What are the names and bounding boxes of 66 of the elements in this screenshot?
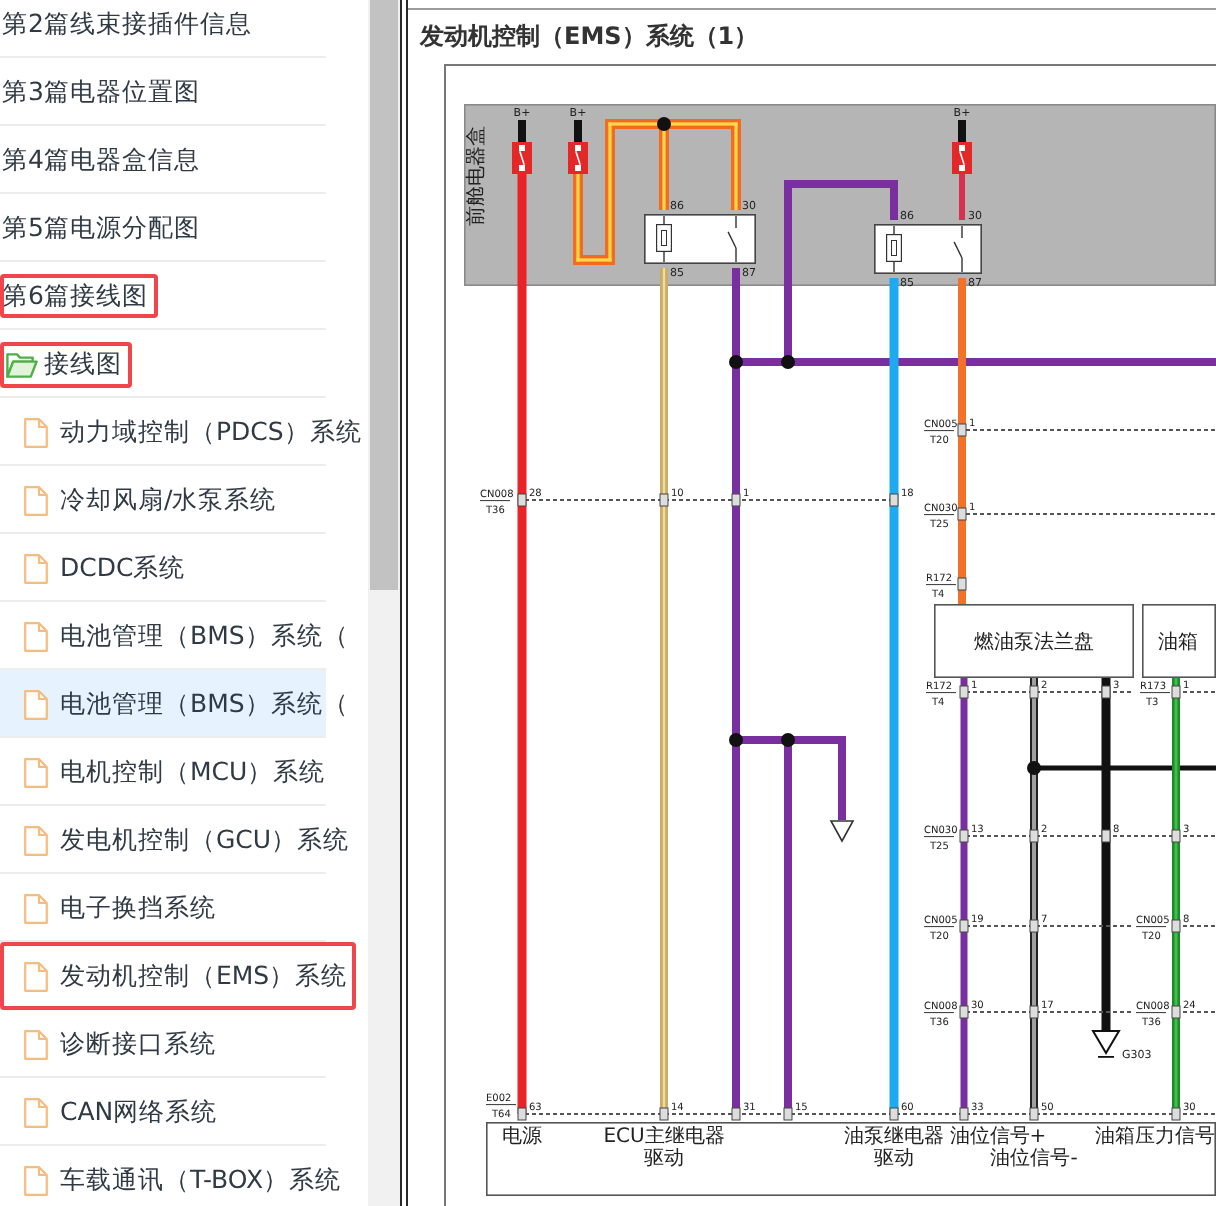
connector-pin: [517, 1107, 527, 1121]
module-label: 燃油泵法兰盘: [974, 632, 1094, 654]
connector-pin: [889, 493, 899, 507]
connector-pin: [889, 1107, 899, 1121]
file-icon: [24, 961, 48, 991]
connector-pin: [1171, 1107, 1181, 1121]
pin-function-label: 油泵继电器驱动: [842, 1126, 946, 1170]
relay-symbol: [644, 214, 756, 264]
fuse-symbol: [512, 120, 532, 174]
connector-pin: [1171, 829, 1181, 843]
junction-dot: [781, 733, 795, 747]
fuse-symbol: [568, 120, 588, 174]
connector-pin: [731, 493, 741, 507]
document-title: 发动机控制（EMS）系统（1）: [420, 20, 759, 54]
relay-symbol: [874, 224, 982, 274]
connector-pin: [1101, 685, 1111, 699]
connector-pin: [517, 493, 527, 507]
reference-triangle: [829, 820, 855, 843]
file-icon: [24, 621, 48, 651]
connector-pin: [959, 1107, 969, 1121]
fuse-box-label: 前舱电器盒: [466, 126, 488, 226]
pin-function-label: 油箱压力信号: [1094, 1126, 1216, 1148]
connector-pin: [959, 919, 969, 933]
connector-pin: [957, 423, 967, 437]
connector-pin: [783, 1107, 793, 1121]
connector-pin: [1101, 829, 1111, 843]
file-icon: [24, 1029, 48, 1059]
junction-dot: [1027, 761, 1041, 775]
file-icon: [24, 1165, 48, 1195]
pin-function-label: 油位信号-: [988, 1148, 1080, 1170]
connector-pin: [1029, 919, 1039, 933]
ground-symbol: [1091, 1030, 1121, 1058]
file-icon: [24, 1097, 48, 1127]
folder-icon: [6, 351, 38, 377]
connector-pin: [959, 829, 969, 843]
connector-pin: [1029, 829, 1039, 843]
junction-dot: [729, 355, 743, 369]
module-label: 油箱: [1158, 632, 1198, 654]
pin-function-label: 油位信号+: [948, 1126, 1048, 1148]
connector-pin: [1029, 1005, 1039, 1019]
connector-pin: [1171, 685, 1181, 699]
junction-dot: [781, 355, 795, 369]
file-icon: [24, 825, 48, 855]
connector-pin: [1029, 685, 1039, 699]
file-icon: [24, 553, 48, 583]
connector-pin: [957, 507, 967, 521]
file-icon: [24, 689, 48, 719]
file-icon: [24, 893, 48, 923]
connector-pin: [1029, 1107, 1039, 1121]
connector-pin: [1171, 919, 1181, 933]
wire: [959, 174, 965, 220]
file-icon: [24, 417, 48, 447]
junction-dot: [729, 733, 743, 747]
connector-pin: [731, 1107, 741, 1121]
pin-function-label: 电源: [500, 1126, 544, 1148]
connector-pin: [1171, 1005, 1181, 1019]
scrollbar-thumb[interactable]: [370, 0, 398, 590]
connector-pin: [959, 1005, 969, 1019]
file-icon: [24, 485, 48, 515]
junction-dot: [657, 117, 671, 131]
fuse-symbol: [952, 120, 972, 174]
connector-pin: [959, 685, 969, 699]
connector-pin: [659, 493, 669, 507]
connector-pin: [659, 1107, 669, 1121]
file-icon: [24, 757, 48, 787]
connector-pin: [957, 577, 967, 591]
